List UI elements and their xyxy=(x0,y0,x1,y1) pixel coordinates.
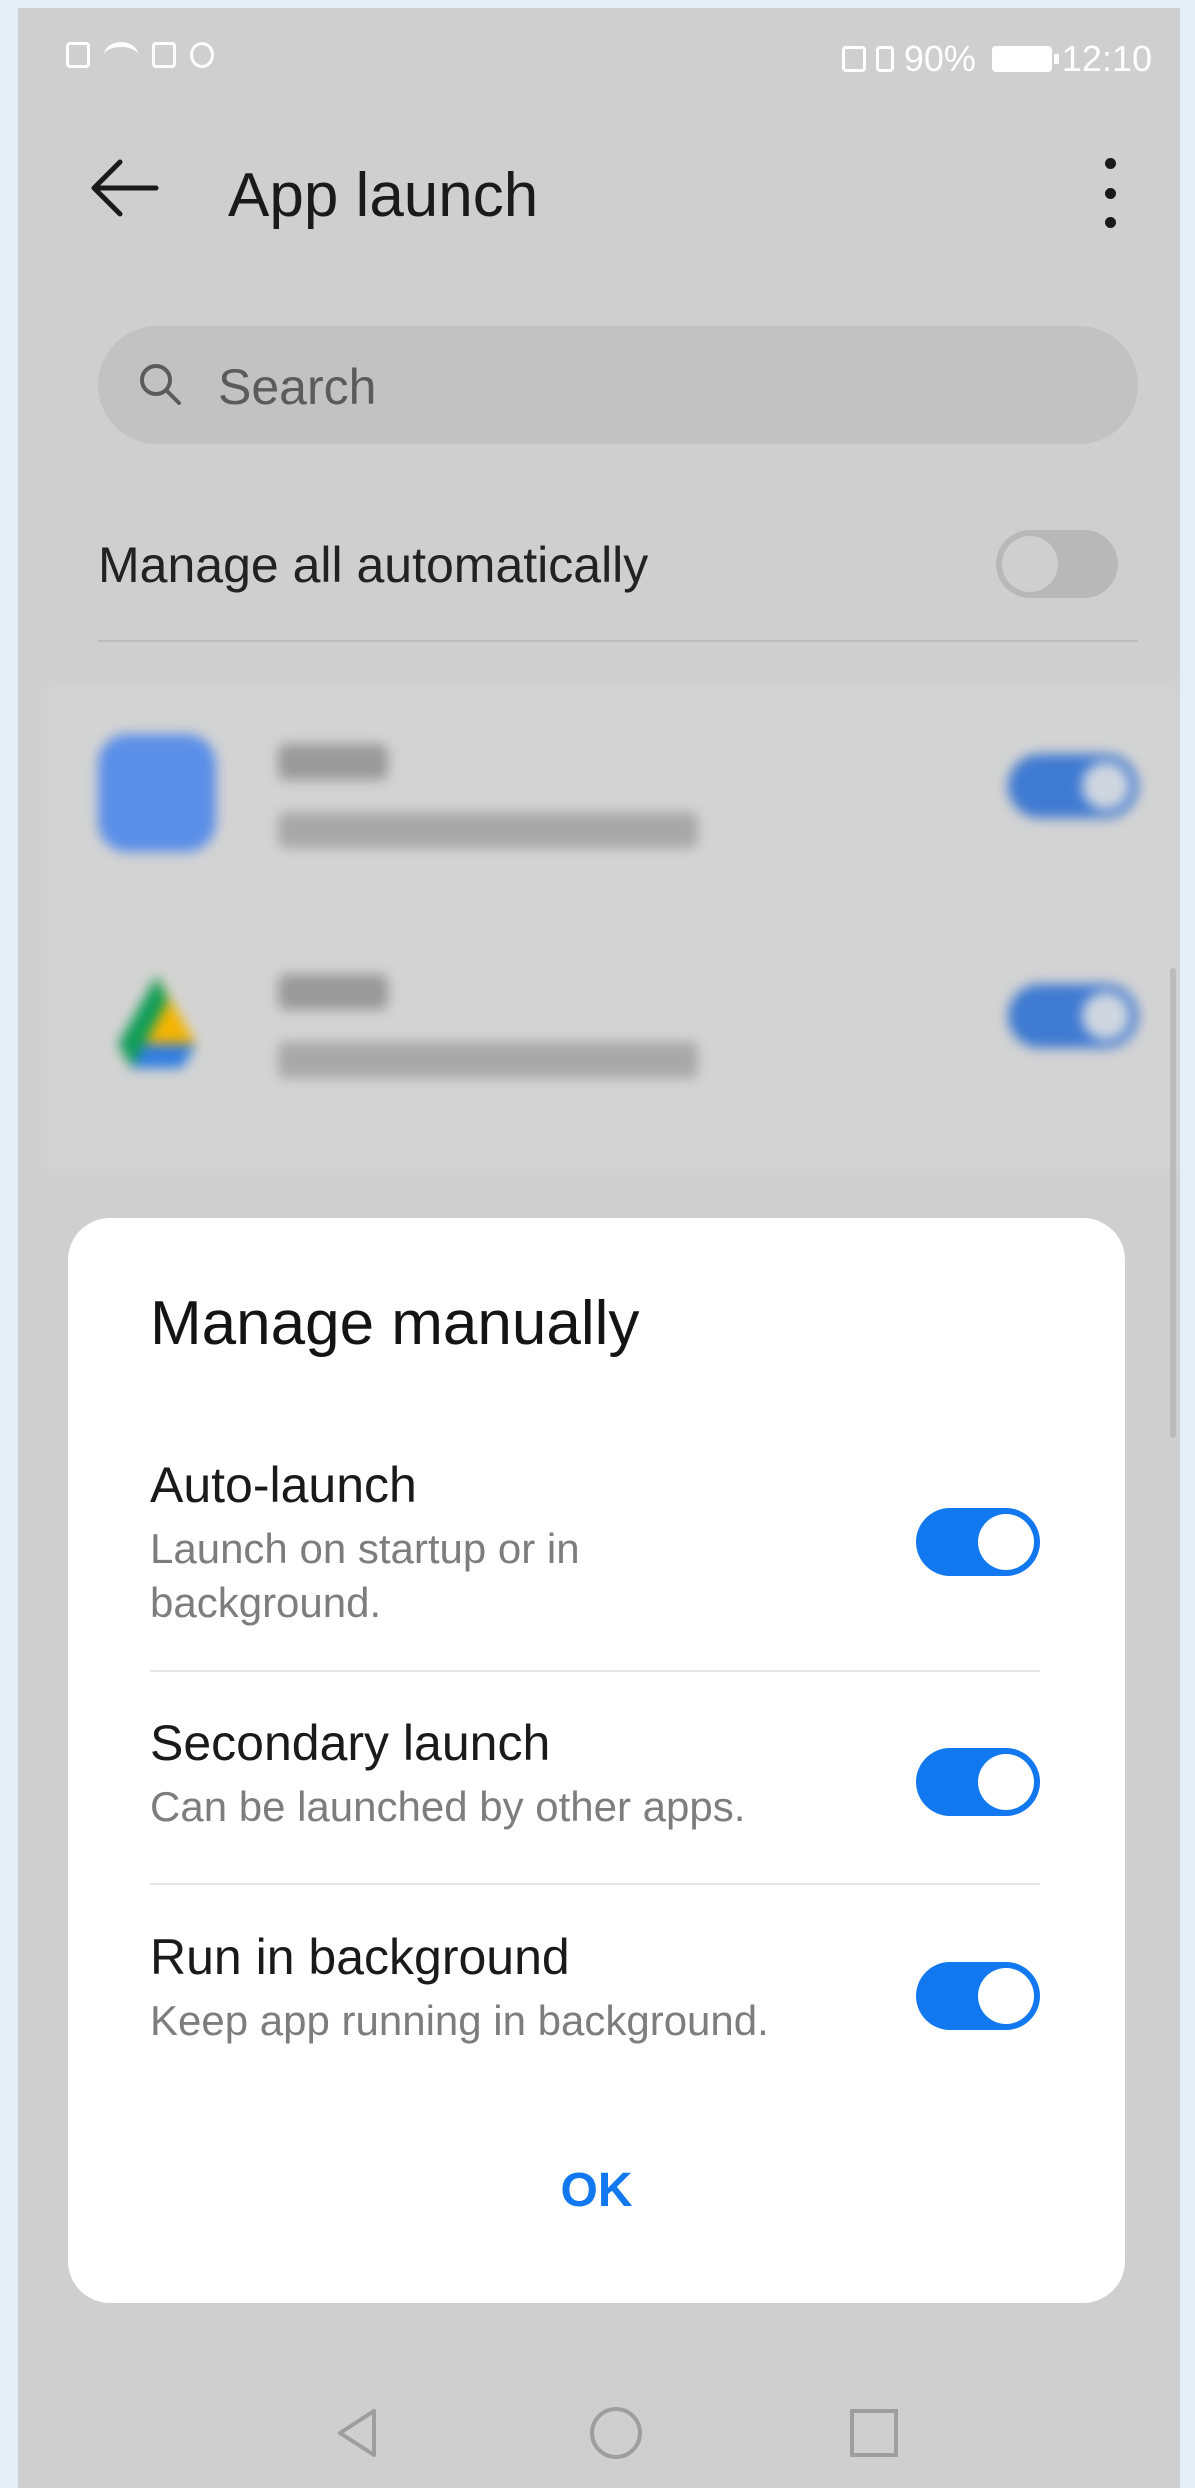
option-subtitle: Keep app running in background. xyxy=(150,1997,769,2044)
option-title: Run in background xyxy=(150,1929,570,1985)
toggle-knob xyxy=(1002,536,1058,592)
recents-nav-icon[interactable] xyxy=(844,2403,904,2463)
home-nav-icon[interactable] xyxy=(586,2403,646,2463)
scrollbar xyxy=(1170,968,1176,1438)
option-auto-launch: Auto-launch Launch on startup or in back… xyxy=(150,1456,1040,1626)
back-arrow-icon[interactable] xyxy=(90,158,160,218)
divider xyxy=(150,1883,1040,1885)
vpn-icon xyxy=(190,42,214,68)
sim-alert-icon xyxy=(66,42,90,68)
app-list-blurred xyxy=(48,684,1180,1174)
phone-screen: 90% 12:10 App launch Search Manage all a… xyxy=(18,8,1180,2488)
list-item xyxy=(48,684,1180,914)
option-title: Secondary launch xyxy=(150,1715,551,1771)
mail-icon xyxy=(152,42,176,68)
status-left-icons xyxy=(66,42,214,68)
option-title: Auto-launch xyxy=(150,1457,417,1513)
manage-all-label: Manage all automatically xyxy=(98,537,649,593)
manage-all-toggle[interactable] xyxy=(996,530,1118,598)
search-icon xyxy=(140,364,181,405)
ok-button[interactable]: OK xyxy=(68,2163,1125,2218)
manage-manually-dialog: Manage manually Auto-launch Launch on st… xyxy=(68,1218,1125,2303)
secondary-launch-toggle[interactable] xyxy=(916,1748,1040,1816)
status-bar: 90% 12:10 xyxy=(18,8,1180,118)
more-options-icon[interactable] xyxy=(1100,158,1120,228)
list-item xyxy=(48,914,1180,1144)
battery-icon xyxy=(991,46,1059,72)
divider xyxy=(98,640,1138,642)
option-secondary-launch: Secondary launch Can be launched by othe… xyxy=(150,1714,1040,1834)
search-input[interactable]: Search xyxy=(98,326,1138,444)
status-right-icons: 90% 12:10 xyxy=(841,38,1152,80)
option-subtitle: Can be launched by other apps. xyxy=(150,1783,746,1830)
clock: 12:10 xyxy=(1061,38,1152,79)
docs-app-icon xyxy=(98,734,216,852)
battery-percent: 90% xyxy=(903,38,976,79)
toggle-knob xyxy=(978,1514,1034,1570)
wifi-icon xyxy=(104,42,138,68)
toggle-knob xyxy=(978,1754,1034,1810)
page-title: App launch xyxy=(228,161,539,230)
search-placeholder: Search xyxy=(218,359,377,415)
nfc-icon xyxy=(841,46,866,72)
toggle-knob xyxy=(978,1968,1034,2024)
back-nav-icon[interactable] xyxy=(328,2403,388,2463)
drive-app-icon xyxy=(118,976,196,1068)
option-subtitle: Launch on startup or in background. xyxy=(150,1525,580,1626)
auto-launch-toggle[interactable] xyxy=(916,1508,1040,1576)
app-toggle xyxy=(1008,754,1138,818)
app-toggle xyxy=(1008,984,1138,1048)
vibrate-icon xyxy=(875,46,894,72)
divider xyxy=(150,1670,1040,1672)
navigation-bar xyxy=(18,2383,1180,2483)
run-in-background-toggle[interactable] xyxy=(916,1962,1040,2030)
option-run-in-background: Run in background Keep app running in ba… xyxy=(150,1928,1040,2048)
dialog-title: Manage manually xyxy=(150,1289,640,1358)
